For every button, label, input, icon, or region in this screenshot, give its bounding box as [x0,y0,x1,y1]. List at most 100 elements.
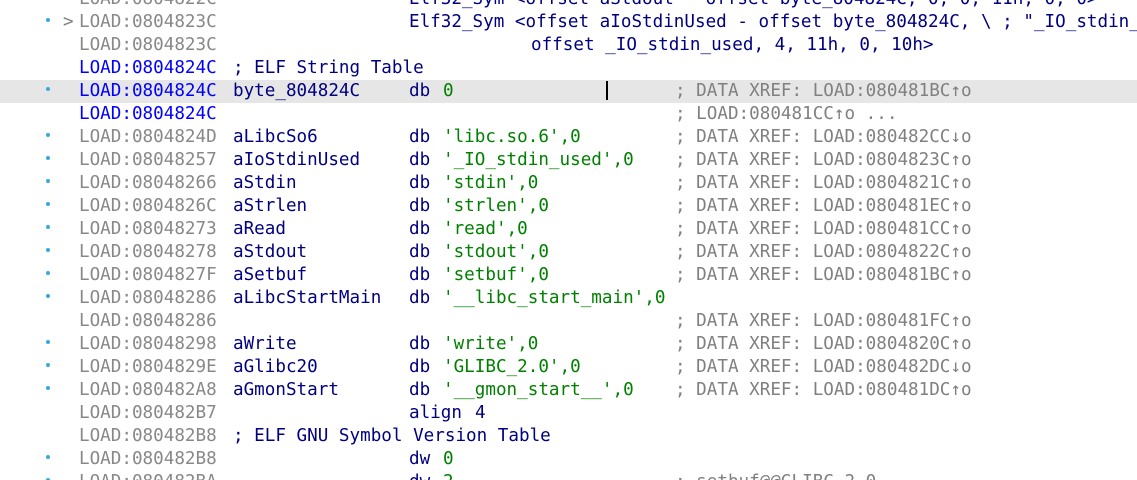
xref-comment[interactable]: ; LOAD:080481CC↑o ... [675,103,897,126]
instruction-mnemonic[interactable]: db [409,80,430,103]
instruction-mnemonic[interactable]: Elf32_Sym <offset aIoStdinUsed - offset … [409,11,1137,34]
xref-comment[interactable]: ; setbuf@@GLIBC_2.0 [675,471,876,480]
line-address[interactable]: LOAD:0804822C [79,0,217,11]
line-address[interactable]: LOAD:08048286 [79,310,217,333]
symbol-label[interactable]: aWrite [233,333,297,356]
instruction-operand[interactable]: '_IO_stdin_used',0 [443,149,634,172]
line-address[interactable]: LOAD:0804824C [79,103,217,126]
listing-line[interactable]: LOAD:08048286 ; DATA XREF: LOAD:080481FC↑… [0,310,1137,333]
xref-comment[interactable]: ; DATA XREF: LOAD:0804823C↑o [675,149,972,172]
instruction-operand[interactable]: 'read',0 [443,218,528,241]
listing-line[interactable]: LOAD:0804824C ; LOAD:080481CC↑o ... [0,103,1137,126]
xref-comment[interactable]: ; DATA XREF: LOAD:0804821C↑o [675,172,972,195]
instruction-operand[interactable]: 'stdin',0 [443,172,538,195]
instruction-mnemonic[interactable]: db [409,172,430,195]
listing-line[interactable]: LOAD:08048298 aWrite db 'write',0 ; DATA XRE… [0,333,1137,356]
listing-line[interactable]: LOAD:0804824D aLibcSo6 db 'libc.so.6',0 ; DA… [0,126,1137,149]
listing-line[interactable]: LOAD:080482B7 align 4 [0,402,1137,425]
xref-comment[interactable]: ; DATA XREF: LOAD:080481BC↑o [675,80,972,103]
instruction-mnemonic[interactable]: Elf32_Sym <offset aStdout - offset byte_… [409,0,1098,11]
instruction-mnemonic[interactable]: dw [409,471,430,480]
line-address[interactable]: LOAD:0804823C [79,11,217,34]
line-address[interactable]: LOAD:080482B7 [79,402,217,425]
listing-line[interactable]: LOAD:0804823C offset _IO_stdin_used, 4, 1… [0,34,1137,57]
instruction-mnemonic[interactable]: db [409,379,430,402]
instruction-operand[interactable]: 'GLIBC_2.0',0 [443,356,581,379]
instruction-operand[interactable]: 'setbuf',0 [443,264,549,287]
symbol-label[interactable]: aSetbuf [233,264,307,287]
listing-line[interactable]: LOAD:0804829E aGlibc20 db 'GLIBC_2.0',0 ; DA… [0,356,1137,379]
instruction-operand[interactable]: 'stdout',0 [443,241,549,264]
instruction-mnemonic[interactable]: db [409,333,430,356]
line-address[interactable]: LOAD:080482B8 [79,425,217,448]
xref-comment[interactable]: ; DATA XREF: LOAD:0804822C↑o [675,241,972,264]
xref-comment[interactable]: ; DATA XREF: LOAD:080481CC↑o [675,218,972,241]
symbol-label[interactable]: aStdin [233,172,297,195]
listing-line[interactable]: LOAD:0804827F aSetbuf db 'setbuf',0 ; DATA X… [0,264,1137,287]
instruction-mnemonic[interactable]: db [409,126,430,149]
instruction-operand[interactable]: 4 [475,402,486,425]
instruction-operand[interactable]: 'strlen',0 [443,195,549,218]
instruction-mnemonic[interactable]: dw [409,448,430,471]
symbol-label[interactable]: aStdout [233,241,307,264]
symbol-label[interactable]: aIoStdinUsed [233,149,360,172]
line-address[interactable]: LOAD:08048257 [79,149,217,172]
line-address[interactable]: LOAD:0804827F [79,264,217,287]
listing-line[interactable]: LOAD:08048286 aLibcStartMain db '__libc_sta… [0,287,1137,310]
instruction-operand[interactable]: 0 [443,80,454,103]
line-address[interactable]: LOAD:0804824C [79,80,217,103]
listing-line[interactable]: LOAD:080482A8 aGmonStart db '__gmon_start__… [0,379,1137,402]
line-address[interactable]: LOAD:08048298 [79,333,217,356]
symbol-label[interactable]: aGlibc20 [233,356,318,379]
instruction-operand[interactable]: 2 [443,471,454,480]
line-address[interactable]: LOAD:08048278 [79,241,217,264]
line-address[interactable]: LOAD:080482A8 [79,379,217,402]
listing-line[interactable]: LOAD:080482B8 dw 0 [0,448,1137,471]
instruction-operand[interactable]: '__libc_start_main',0 [443,287,665,310]
symbol-label[interactable]: aStrlen [233,195,307,218]
instruction-mnemonic[interactable]: db [409,195,430,218]
instruction-operand[interactable]: 'libc.so.6',0 [443,126,581,149]
instruction-operand[interactable]: 'write',0 [443,333,538,356]
line-address[interactable]: LOAD:080482B8 [79,448,217,471]
xref-comment[interactable]: ; DATA XREF: LOAD:080481FC↑o [675,310,972,333]
line-address[interactable]: LOAD:080482BA [79,471,217,480]
line-address[interactable]: LOAD:0804824D [79,126,217,149]
line-address[interactable]: LOAD:0804829E [79,356,217,379]
listing-line[interactable]: LOAD:0804822C Elf32_Sym <offset aStdout -… [0,0,1137,11]
listing-line[interactable]: > LOAD:0804823C Elf32_Sym <offset aIoStdin… [0,11,1137,34]
symbol-label[interactable]: aLibcStartMain [233,287,381,310]
line-address[interactable]: LOAD:08048273 [79,218,217,241]
symbol-label[interactable]: aLibcSo6 [233,126,318,149]
symbol-label[interactable]: byte_804824C [233,80,360,103]
listing-line[interactable]: LOAD:080482B8 ; ELF GNU Symbol Version Ta… [0,425,1137,448]
instruction-mnemonic[interactable]: db [409,218,430,241]
symbol-label[interactable]: aRead [233,218,286,241]
listing-line[interactable]: LOAD:0804824C byte_804824C db 0 ; DATA XREF:… [0,80,1137,103]
xref-comment[interactable]: ; DATA XREF: LOAD:080481BC↑o [675,264,972,287]
xref-comment[interactable]: ; DATA XREF: LOAD:080482CC↓o [675,126,972,149]
instruction-mnemonic[interactable]: db [409,287,430,310]
listing-line[interactable]: LOAD:08048257 aIoStdinUsed db '_IO_stdin_us… [0,149,1137,172]
listing-line[interactable]: LOAD:080482BA dw 2 ; setbuf@@GLIBC_2.0 [0,471,1137,480]
line-address[interactable]: LOAD:08048286 [79,287,217,310]
line-address[interactable]: LOAD:08048266 [79,172,217,195]
line-address[interactable]: LOAD:0804826C [79,195,217,218]
instruction-mnemonic[interactable]: db [409,264,430,287]
listing-line[interactable]: LOAD:08048273 aRead db 'read',0 ; DATA XREF:… [0,218,1137,241]
instruction-mnemonic[interactable]: db [409,241,430,264]
instruction-operand[interactable]: '__gmon_start__',0 [443,379,634,402]
symbol-label[interactable]: aGmonStart [233,379,339,402]
line-address[interactable]: LOAD:0804824C [79,57,217,80]
operand-continuation[interactable]: offset _IO_stdin_used, 4, 11h, 0, 10h> [531,34,934,57]
disassembly-listing[interactable]: LOAD:0804822C Elf32_Sym <offset aStdout -… [0,0,1137,480]
listing-line[interactable]: LOAD:0804824C ; ELF String Table [0,57,1137,80]
xref-comment[interactable]: ; DATA XREF: LOAD:080481DC↑o [675,379,972,402]
xref-comment[interactable]: ; DATA XREF: LOAD:080481EC↑o [675,195,972,218]
disassembly-view[interactable]: LOAD:0804822C Elf32_Sym <offset aStdout -… [0,0,1137,480]
instruction-mnemonic[interactable]: align [409,402,462,425]
xref-comment[interactable]: ; DATA XREF: LOAD:080482DC↓o [675,356,972,379]
xref-comment[interactable]: ; DATA XREF: LOAD:0804820C↑o [675,333,972,356]
instruction-operand[interactable]: 0 [443,448,454,471]
listing-line[interactable]: LOAD:0804826C aStrlen db 'strlen',0 ; DATA X… [0,195,1137,218]
